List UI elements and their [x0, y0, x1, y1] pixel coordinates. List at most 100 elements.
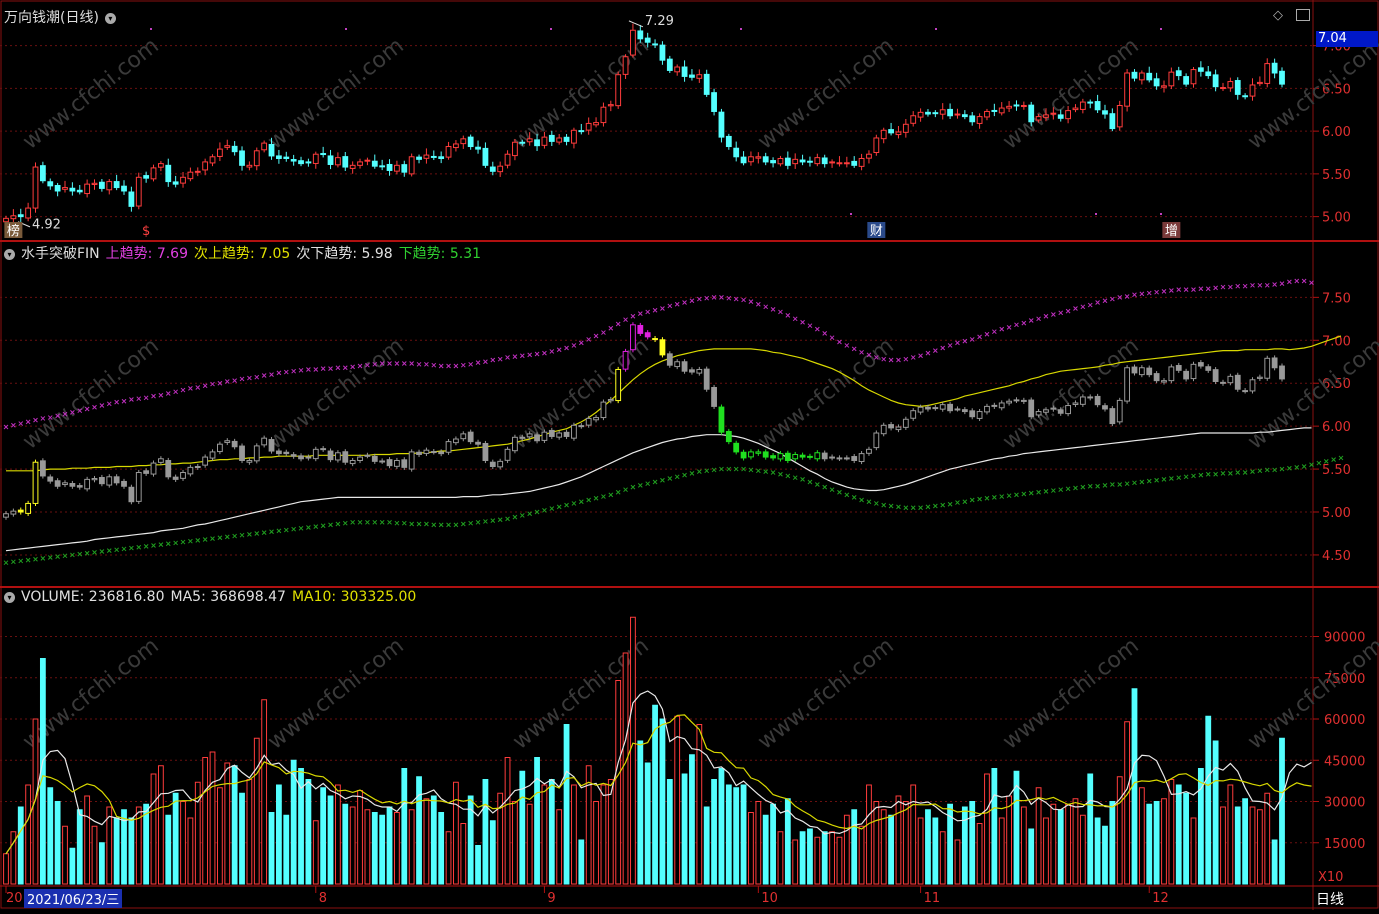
price-candle	[460, 138, 467, 145]
upper-trend-mark	[955, 340, 960, 346]
volume-bar	[976, 823, 983, 885]
trend-candle	[807, 455, 813, 458]
volume-bar	[799, 831, 806, 885]
trend-candle	[571, 424, 577, 439]
price-candle	[1043, 114, 1049, 118]
current-price-box: 7.04	[1316, 31, 1378, 47]
volume-bar	[1242, 798, 1249, 885]
trend-candle	[799, 454, 806, 458]
lower-trend-mark	[896, 504, 901, 510]
lower-trend-mark	[630, 484, 636, 490]
lower-trend-mark	[1338, 455, 1344, 461]
lower-trend-mark	[11, 559, 16, 565]
volume-bar	[512, 801, 518, 885]
trend-candle	[482, 442, 489, 461]
trend-candle	[784, 452, 791, 461]
upper-trend-mark	[578, 340, 584, 346]
trend-candle	[556, 432, 563, 438]
period-label[interactable]: 日线	[1316, 889, 1344, 909]
volume-bar	[902, 801, 909, 885]
price-candle	[157, 163, 164, 168]
trend-candle	[1072, 402, 1079, 406]
trend-candle	[10, 510, 17, 515]
price-candle	[1205, 71, 1212, 77]
trend-candle	[1102, 405, 1108, 410]
lower-trend-mark	[601, 494, 606, 499]
volume-bar	[777, 831, 784, 885]
trend-candle	[1220, 381, 1226, 384]
lower-trend-mark	[1331, 457, 1336, 462]
trend-candle	[1035, 411, 1042, 416]
price-candle	[416, 156, 422, 160]
ytick-p3: 45000	[1324, 754, 1365, 769]
price-candle	[312, 153, 319, 164]
trend-candle	[342, 451, 349, 463]
window-icon[interactable]	[1296, 9, 1310, 21]
upper-trend-mark	[571, 343, 577, 348]
price-candle	[571, 129, 577, 144]
dropdown-icon[interactable]: ▾	[4, 591, 15, 603]
lower-trend-mark	[1043, 489, 1049, 494]
price-candle	[342, 156, 349, 168]
high-label: 7.29	[645, 14, 674, 29]
trend-candle	[194, 466, 201, 469]
lower-trend-mark	[505, 516, 510, 522]
lower-trend-mark	[416, 521, 422, 527]
volume-bar	[858, 825, 865, 885]
upper-trend-mark	[438, 363, 444, 369]
lower-trend-mark	[1095, 483, 1100, 489]
trend-candle	[276, 450, 282, 455]
trend-candle	[762, 451, 769, 458]
trend-candle	[895, 426, 902, 431]
upper-trend-mark	[1021, 320, 1027, 326]
xtick-label: 8	[319, 891, 327, 906]
upper-trend-mark	[1176, 287, 1182, 292]
price-candle	[1013, 104, 1020, 107]
xtick-label: 9	[547, 891, 555, 906]
xtick-label: 12	[1152, 891, 1169, 906]
trend-candle	[541, 431, 548, 441]
lower-trend-mark	[741, 466, 746, 472]
trend-candle	[925, 406, 931, 410]
trend-candle	[268, 439, 275, 452]
upper-trend-mark	[770, 307, 776, 312]
trend-candle	[644, 332, 651, 338]
price-candle	[1212, 74, 1219, 88]
volume-bar	[563, 724, 570, 885]
lower-trend-mark	[542, 507, 547, 513]
price-candle	[1028, 104, 1035, 123]
upper-trend-mark	[851, 346, 857, 352]
trend-candle	[711, 387, 717, 407]
lower-trend-mark	[1065, 486, 1071, 492]
lower-trend-mark	[173, 540, 178, 546]
lower-trend-mark	[379, 519, 385, 525]
volume-bar	[460, 823, 467, 885]
upper-trend-mark	[1272, 282, 1277, 287]
lower-trend-mark	[1287, 465, 1292, 471]
lower-trend-mark	[1058, 487, 1064, 493]
lower-trend-mark	[424, 521, 429, 527]
upper-trend-mark	[542, 350, 547, 356]
diamond-icon[interactable]: ◇	[1273, 8, 1283, 23]
indicator-value: 下趋势: 5.31	[398, 246, 482, 262]
volume-bar	[1279, 737, 1285, 885]
lower-trend-mark	[468, 520, 474, 526]
upper-trend-mark	[1095, 300, 1100, 305]
upper-trend-mark	[726, 295, 732, 301]
lower-trend-mark	[837, 489, 842, 495]
upper-trend-mark	[173, 389, 178, 395]
lower-trend-mark	[283, 527, 289, 533]
dropdown-icon[interactable]: ▾	[104, 12, 116, 24]
volume-bar	[659, 718, 666, 885]
price-candle	[630, 29, 636, 56]
signal-dot	[1160, 213, 1162, 215]
volume-bar	[3, 853, 9, 885]
lower-trend-mark	[1220, 471, 1226, 476]
volume-bar	[755, 801, 762, 885]
upper-trend-mark	[1287, 279, 1292, 285]
lower-trend-mark	[844, 492, 850, 498]
dropdown-icon[interactable]: ▾	[4, 248, 15, 260]
price-candle	[335, 157, 341, 166]
price-candle	[858, 157, 865, 167]
trend-candle	[98, 476, 105, 485]
